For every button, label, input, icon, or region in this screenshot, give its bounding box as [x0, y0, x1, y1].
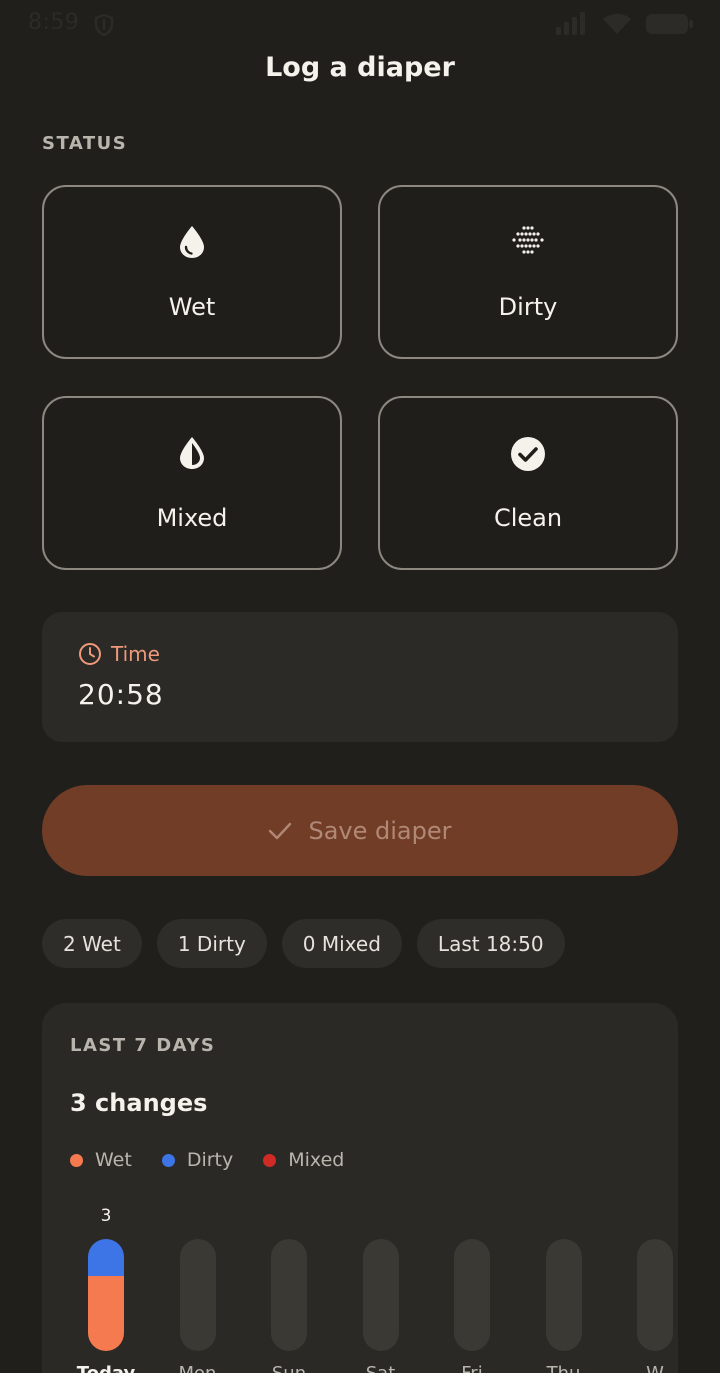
- time-picker[interactable]: Time 20:58: [42, 612, 678, 742]
- bar-day-label: Sun: [249, 1363, 329, 1373]
- page-title: Log a diaper: [265, 52, 455, 83]
- chip-mixed-count: 0 Mixed: [281, 919, 402, 968]
- bar-day-label: Sat: [341, 1363, 421, 1373]
- status-option-dirty[interactable]: Dirty: [378, 185, 678, 359]
- bar-day-label: Fri: [432, 1363, 512, 1373]
- bar-fri: [454, 1239, 490, 1351]
- status-option-mixed[interactable]: Mixed: [42, 396, 342, 570]
- bar-today: [88, 1239, 124, 1351]
- bar-day-label: Today: [66, 1363, 146, 1373]
- last-7-days-card: LAST 7 DAYS 3 changes Wet Dirty Mixed 3T…: [42, 1003, 678, 1373]
- bar-sat: [362, 1239, 399, 1351]
- half-droplet-icon: [180, 437, 204, 469]
- bar-segment-dirty: [88, 1239, 124, 1277]
- bar-day-label: Mon: [158, 1363, 238, 1373]
- shield-icon: [94, 13, 114, 37]
- summary-chips: 2 Wet 1 Dirty 0 Mixed Last 18:50: [42, 919, 565, 968]
- dots-grid-icon: [512, 226, 544, 254]
- status-option-label: Dirty: [498, 293, 558, 321]
- bar-day-label: Thu: [524, 1363, 604, 1373]
- check-circle-icon: [511, 437, 545, 471]
- status-bar-time: 8:59: [28, 10, 80, 35]
- bar-segment-wet: [88, 1276, 124, 1351]
- save-diaper-label: Save diaper: [308, 816, 452, 845]
- status-bar: 8:59: [0, 0, 720, 50]
- chip-wet-count: 2 Wet: [42, 919, 142, 968]
- time-label: Time: [111, 642, 160, 666]
- battery-icon: [646, 14, 693, 34]
- time-value: 20:58: [78, 678, 164, 711]
- bar-sun: [271, 1239, 307, 1351]
- save-diaper-button[interactable]: Save diaper: [42, 785, 678, 876]
- droplet-icon: [180, 226, 204, 258]
- clock-icon: [79, 643, 101, 665]
- signal-icon: [556, 12, 585, 35]
- wifi-icon: [603, 13, 631, 34]
- status-option-clean[interactable]: Clean: [378, 396, 678, 570]
- status-option-label: Wet: [168, 293, 216, 321]
- bar-w: [637, 1239, 673, 1351]
- chip-last-change: Last 18:50: [416, 919, 565, 968]
- weekly-bar-chart: 3 Today Mon Sun Sat Fri Thu W: [42, 1003, 678, 1373]
- bar-mon: [179, 1239, 216, 1351]
- status-option-label: Mixed: [156, 504, 228, 532]
- bar-thu: [545, 1239, 582, 1351]
- check-icon: [269, 822, 292, 839]
- status-section-label: STATUS: [42, 133, 128, 154]
- bar-day-label: W: [615, 1363, 678, 1373]
- bar-value-label: 3: [100, 1206, 112, 1226]
- status-option-wet[interactable]: Wet: [42, 185, 342, 359]
- status-option-label: Clean: [493, 504, 563, 532]
- chip-dirty-count: 1 Dirty: [156, 919, 267, 968]
